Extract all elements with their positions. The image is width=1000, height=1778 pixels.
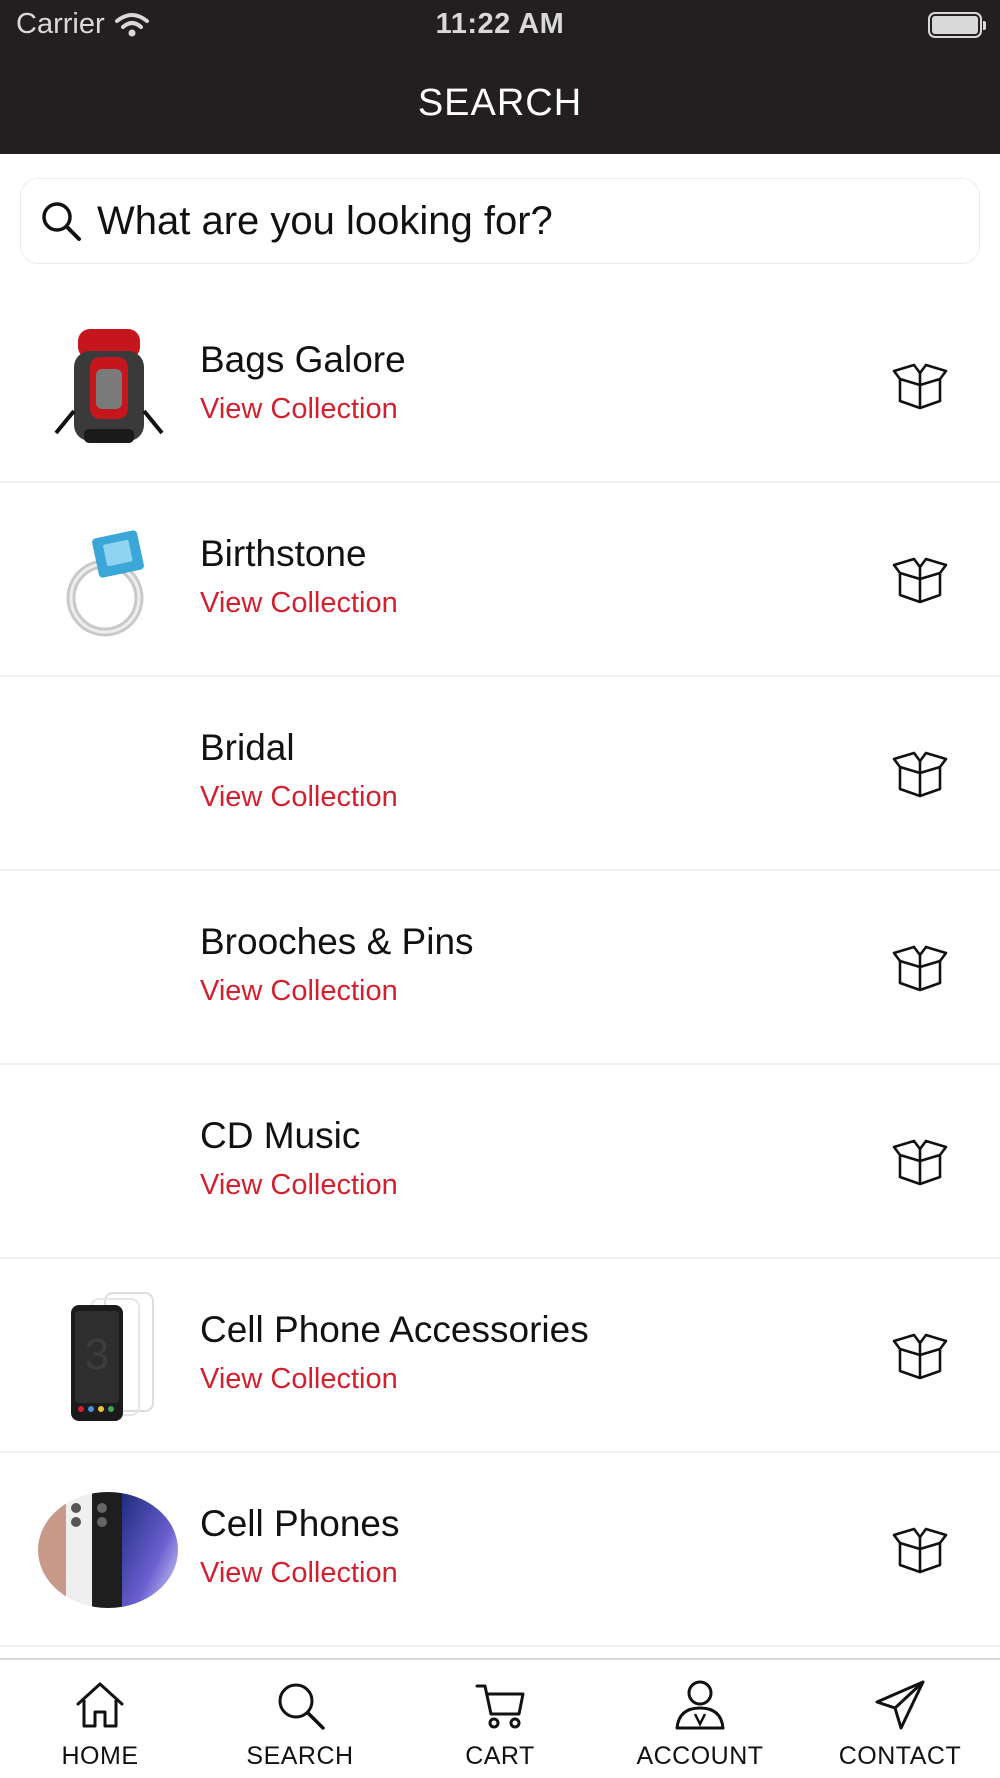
collection-row-bridal[interactable]: Bridal View Collection xyxy=(0,677,1000,871)
collection-name: Bags Galore xyxy=(200,339,406,380)
view-collection-link[interactable]: View Collection xyxy=(200,587,398,620)
page-title: SEARCH xyxy=(417,81,583,124)
cart-icon xyxy=(475,1684,525,1729)
collection-thumbnail xyxy=(38,903,178,1033)
collection-list: Bags Galore View Collection Birthstone V… xyxy=(0,289,1000,1647)
collection-thumbnail xyxy=(38,515,178,645)
gift-box-icon[interactable] xyxy=(892,943,948,993)
collection-row-birthstone[interactable]: Birthstone View Collection xyxy=(0,483,1000,677)
gift-box-icon[interactable] xyxy=(892,749,948,799)
collection-row-cell-phone-accessories[interactable]: 3 Cell Phone Accessories View Collection xyxy=(0,1259,1000,1453)
tab-label: HOME xyxy=(61,1742,139,1770)
tab-contact[interactable]: CONTACT xyxy=(800,1660,1000,1778)
svg-text:3: 3 xyxy=(85,1330,109,1379)
status-time: 11:22 AM xyxy=(435,8,565,40)
view-collection-link[interactable]: View Collection xyxy=(200,1557,398,1590)
collection-row-brooches-pins[interactable]: Brooches & Pins View Collection xyxy=(0,871,1000,1065)
gift-box-icon[interactable] xyxy=(892,1137,948,1187)
collection-thumbnail xyxy=(38,1097,178,1227)
home-icon xyxy=(76,1682,124,1728)
collection-row-bags-galore[interactable]: Bags Galore View Collection xyxy=(0,289,1000,483)
tab-bar: HOME SEARCH CART ACCOUNT CONTACT xyxy=(0,1658,1000,1778)
phone-case-image: 3 xyxy=(71,1292,154,1421)
search-icon xyxy=(42,202,81,241)
search-bar[interactable] xyxy=(20,178,980,264)
collection-thumbnail: 3 xyxy=(38,1291,178,1421)
collection-row-cell-phones[interactable]: Cell Phones View Collection xyxy=(0,1453,1000,1647)
tab-label: SEARCH xyxy=(246,1742,354,1770)
phones-image xyxy=(38,1492,178,1608)
gift-box-icon[interactable] xyxy=(892,1525,948,1575)
nav-bar: SEARCH xyxy=(0,52,1000,154)
paper-plane-icon xyxy=(875,1680,925,1730)
gift-box-icon[interactable] xyxy=(892,555,948,605)
view-collection-link[interactable]: View Collection xyxy=(200,393,398,426)
gift-box-icon[interactable] xyxy=(892,361,948,411)
collection-name: Bridal xyxy=(200,727,295,768)
tab-search[interactable]: SEARCH xyxy=(200,1660,400,1778)
gift-box-icon[interactable] xyxy=(892,1331,948,1381)
collection-name: Brooches & Pins xyxy=(200,921,474,962)
collection-thumbnail xyxy=(38,709,178,839)
battery-icon xyxy=(928,12,986,38)
view-collection-link[interactable]: View Collection xyxy=(200,975,398,1008)
tab-account[interactable]: ACCOUNT xyxy=(600,1660,800,1778)
search-icon xyxy=(278,1683,325,1730)
tab-home[interactable]: HOME xyxy=(0,1660,200,1778)
ring-image xyxy=(66,530,144,637)
collection-row-cd-music[interactable]: CD Music View Collection xyxy=(0,1065,1000,1259)
backpack-image xyxy=(54,329,164,443)
collection-thumbnail xyxy=(38,1485,178,1615)
tab-label: ACCOUNT xyxy=(636,1742,764,1770)
collection-name: CD Music xyxy=(200,1115,361,1156)
collection-name: Birthstone xyxy=(200,533,367,574)
tab-label: CONTACT xyxy=(838,1742,962,1770)
tab-label: CART xyxy=(465,1742,535,1770)
collection-name: Cell Phone Accessories xyxy=(200,1309,589,1350)
tab-cart[interactable]: CART xyxy=(400,1660,600,1778)
collection-thumbnail xyxy=(38,321,178,451)
view-collection-link[interactable]: View Collection xyxy=(200,1169,398,1202)
account-icon xyxy=(675,1680,725,1730)
search-input[interactable] xyxy=(97,198,917,244)
collection-name: Cell Phones xyxy=(200,1503,400,1544)
status-bar: Carrier 11:22 AM xyxy=(0,0,1000,52)
view-collection-link[interactable]: View Collection xyxy=(200,781,398,814)
view-collection-link[interactable]: View Collection xyxy=(200,1363,398,1396)
